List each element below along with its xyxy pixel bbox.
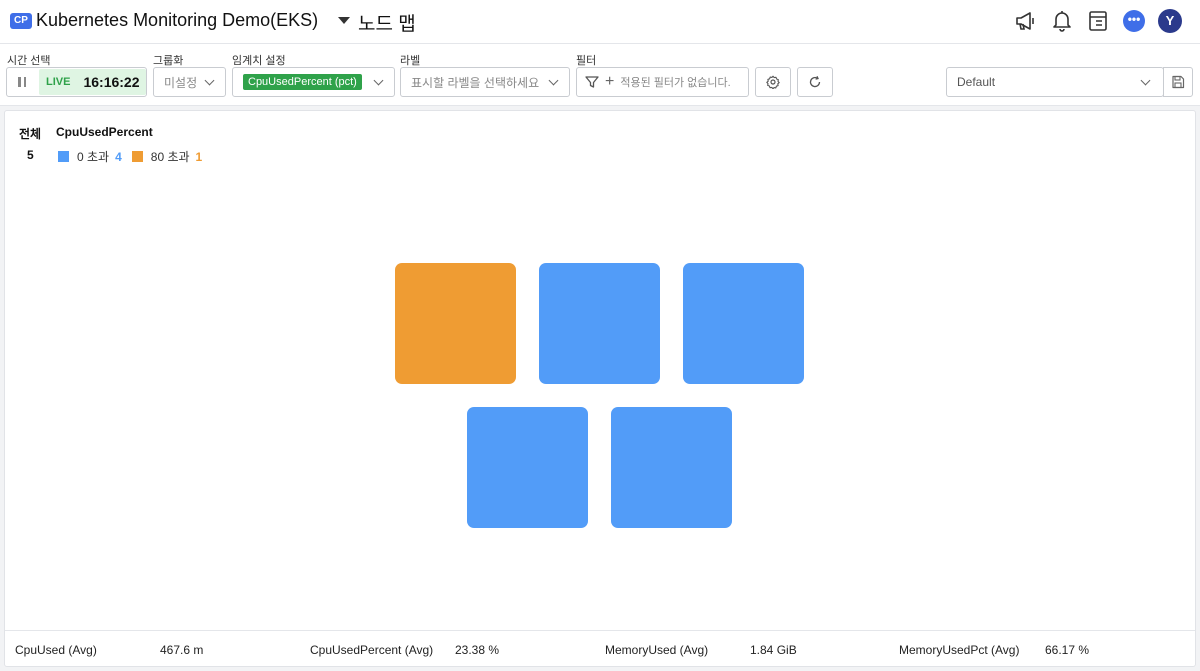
live-badge: LIVE	[46, 76, 71, 88]
label-placeholder: 표시할 라벨을 선택하세요	[411, 75, 540, 90]
group-value: 미설정	[164, 75, 198, 90]
live-time-box[interactable]: LIVE 16:16:22	[39, 69, 146, 95]
stat-label: MemoryUsedPct (Avg)	[899, 643, 1020, 657]
node-tile[interactable]	[611, 407, 732, 528]
preset-select[interactable]: Default	[946, 67, 1164, 97]
top-icons: ••• Y	[1014, 9, 1182, 33]
node-tile[interactable]	[683, 263, 804, 384]
chevron-down-icon	[548, 75, 559, 85]
group-select[interactable]: 미설정	[153, 67, 226, 97]
legend-items: 0 초과 4 80 초과 1	[58, 148, 212, 165]
label-select-label: 라벨	[400, 55, 421, 67]
announcement-icon[interactable]	[1014, 9, 1038, 33]
filter-label: 필터	[576, 55, 597, 67]
stat-label: MemoryUsed (Avg)	[605, 643, 709, 657]
project-dropdown-caret-icon[interactable]	[338, 17, 350, 24]
time-select-label: 시간 선택	[7, 55, 51, 67]
save-icon	[1172, 75, 1185, 89]
stat-value: 467.6 m	[160, 643, 204, 657]
stat-value: 1.84 GiB	[750, 643, 797, 657]
stat-value: 23.38 %	[455, 643, 500, 657]
project-badge: CP	[10, 13, 32, 29]
threshold-value-tag: CpuUsedPercent (pct)	[243, 74, 362, 90]
summary-footer: CpuUsed (Avg) 467.6 m CpuUsedPercent (Av…	[5, 630, 1195, 667]
gear-icon	[766, 75, 780, 89]
refresh-button[interactable]	[797, 67, 833, 97]
top-bar: CP Kubernetes Monitoring Demo(EKS) 노드 맵 …	[0, 0, 1200, 44]
chevron-down-icon	[373, 75, 384, 85]
node-map-panel: 전체 5 CpuUsedPercent 0 초과 4 80 초과 1 CpuUs…	[4, 110, 1196, 667]
preset-value: Default	[957, 75, 996, 89]
stat-label: CpuUsed (Avg)	[15, 643, 97, 657]
filter-input[interactable]: + 적용된 필터가 없습니다.	[576, 67, 749, 97]
plus-icon: +	[605, 73, 615, 90]
pause-icon[interactable]	[7, 68, 37, 96]
avatar: Y	[1158, 9, 1182, 33]
legend-item-label: 80 초과	[150, 150, 190, 164]
user-avatar[interactable]: Y	[1158, 9, 1182, 33]
node-tile[interactable]	[467, 407, 588, 528]
filter-placeholder: 적용된 필터가 없습니다.	[620, 77, 731, 89]
bell-icon[interactable]	[1050, 9, 1074, 33]
settings-button[interactable]	[755, 67, 791, 97]
save-button[interactable]	[1163, 67, 1193, 97]
legend-item-count: 4	[115, 149, 122, 164]
threshold-label: 임계치 설정	[232, 55, 286, 67]
stat-label: CpuUsedPercent (Avg)	[310, 643, 434, 657]
node-tile[interactable]	[539, 263, 660, 384]
group-label: 그룹화	[153, 55, 184, 67]
legend-swatch	[58, 151, 69, 162]
legend-swatch	[131, 151, 143, 162]
threshold-select[interactable]: CpuUsedPercent (pct)	[232, 67, 395, 97]
toolbar: 시간 선택 LIVE 16:16:22 그룹화 미설정 임계치 설정 CpuUs…	[0, 44, 1200, 106]
legend-metric: CpuUsedPercent	[56, 125, 153, 139]
legend-item-label: 0 초과	[77, 150, 110, 164]
document-icon[interactable]	[1086, 9, 1110, 33]
chevron-down-icon	[1140, 75, 1151, 85]
project-name[interactable]: Kubernetes Monitoring Demo(EKS)	[36, 10, 318, 31]
refresh-icon	[809, 75, 821, 88]
legend-total-value: 5	[27, 148, 34, 162]
chat-icon[interactable]: •••	[1122, 9, 1146, 33]
time-select[interactable]: LIVE 16:16:22	[6, 67, 147, 97]
chevron-down-icon	[204, 75, 215, 85]
funnel-icon	[585, 76, 599, 88]
legend-total-header: 전체	[19, 127, 42, 141]
node-tile[interactable]	[395, 263, 516, 384]
page-title: 노드 맵	[358, 14, 416, 35]
live-time: 16:16:22	[83, 74, 140, 90]
legend-item-count: 1	[195, 149, 203, 164]
label-select[interactable]: 표시할 라벨을 선택하세요	[400, 67, 570, 97]
stat-value: 66.17 %	[1045, 643, 1090, 657]
